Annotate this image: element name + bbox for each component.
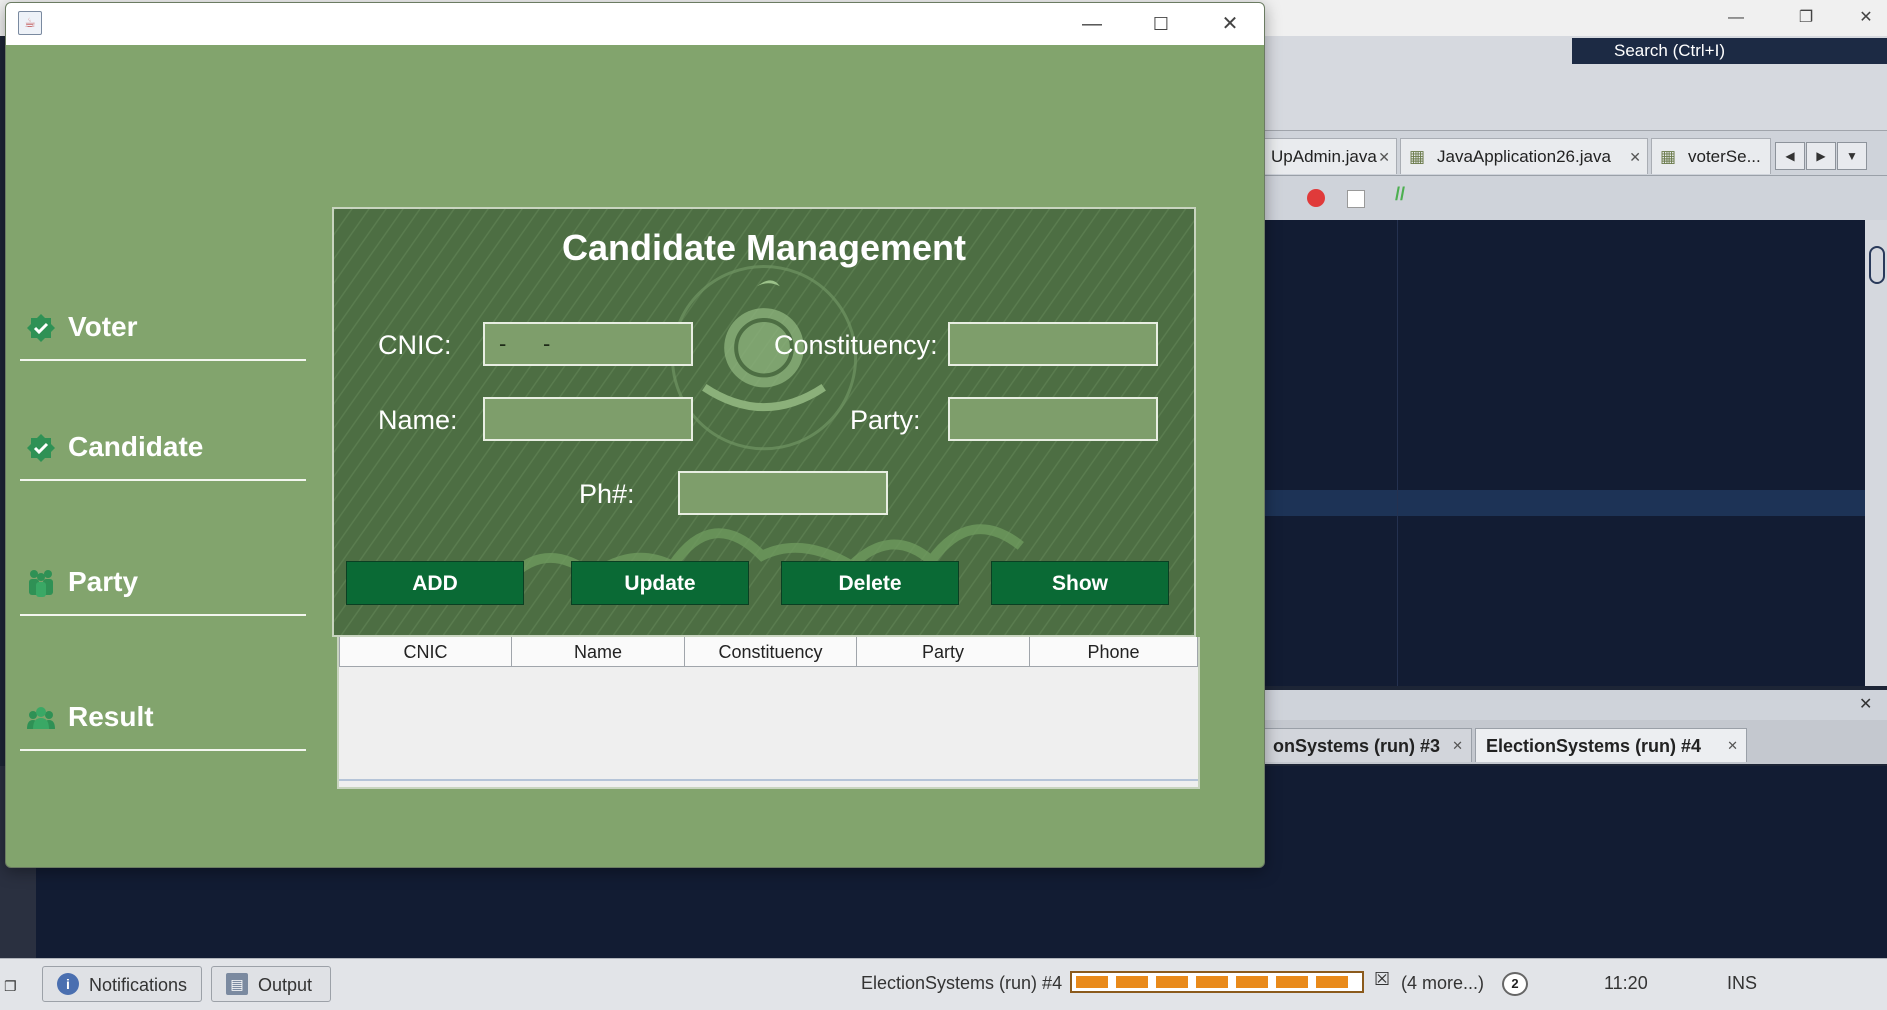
running-task-label: ElectionSystems (run) #4 bbox=[861, 973, 1063, 993]
output-tab-label: onSystems (run) #3 bbox=[1273, 736, 1441, 756]
sidebar-item-party[interactable]: Party bbox=[20, 554, 306, 616]
editor-tab[interactable]: ▦ voterSe... bbox=[1651, 138, 1771, 174]
info-icon: i bbox=[57, 973, 79, 995]
close-icon[interactable]: ✕ bbox=[1452, 729, 1463, 762]
constituency-field[interactable] bbox=[948, 322, 1158, 366]
editor-margin-line bbox=[1397, 220, 1398, 686]
name-field[interactable] bbox=[483, 397, 693, 441]
notifications-label: Notifications bbox=[89, 975, 188, 995]
close-icon[interactable]: ✕ bbox=[1859, 694, 1872, 714]
close-button[interactable]: ✕ bbox=[1208, 10, 1252, 38]
progress-segment bbox=[1196, 976, 1228, 988]
close-icon[interactable]: ✕ bbox=[1629, 139, 1641, 174]
output-window-icon: ▤ bbox=[226, 973, 248, 995]
editor-scrollbar[interactable] bbox=[1865, 220, 1887, 686]
caret-position: 11:20 bbox=[1604, 973, 1648, 993]
close-icon[interactable]: ✕ bbox=[1727, 729, 1738, 762]
sidebar-item-label: Voter bbox=[68, 311, 138, 342]
delete-button[interactable]: Delete bbox=[781, 561, 959, 605]
sidebar-item-result[interactable]: Result bbox=[20, 689, 306, 751]
progress-segment bbox=[1156, 976, 1188, 988]
output-tab[interactable]: onSystems (run) #3 ✕ bbox=[1262, 728, 1472, 762]
phone-label: Ph#: bbox=[579, 479, 635, 509]
ide-minimize-button[interactable]: — bbox=[1716, 4, 1756, 32]
update-button[interactable]: Update bbox=[571, 561, 749, 605]
progress-segment bbox=[1276, 976, 1308, 988]
insert-mode: INS bbox=[1727, 973, 1758, 993]
cnic-label: CNIC: bbox=[378, 330, 452, 360]
output-label: Output bbox=[258, 975, 313, 995]
java-app-icon: ☕ bbox=[18, 11, 42, 35]
sidebar-item-candidate[interactable]: Candidate bbox=[20, 419, 306, 481]
progress-segment bbox=[1316, 976, 1348, 988]
tab-scroll-right-icon[interactable]: ▶ bbox=[1806, 142, 1836, 170]
output-tab-active[interactable]: ElectionSystems (run) #4 ✕ bbox=[1475, 728, 1747, 762]
minimize-button[interactable]: — bbox=[1070, 10, 1114, 38]
java-file-icon: ▦ bbox=[1409, 147, 1426, 166]
notification-count-badge[interactable]: 2 bbox=[1502, 972, 1528, 996]
progress-segment bbox=[1076, 976, 1108, 988]
show-button[interactable]: Show bbox=[991, 561, 1169, 605]
constituency-label: Constituency: bbox=[774, 330, 938, 360]
sidebar-item-voter[interactable]: Voter bbox=[20, 299, 306, 361]
ide-restore-button[interactable]: ❐ bbox=[1786, 4, 1826, 32]
cancel-task-icon[interactable]: ☒ bbox=[1374, 969, 1390, 990]
phone-field[interactable] bbox=[678, 471, 888, 515]
task-progress-bar bbox=[1070, 971, 1364, 993]
comment-icon[interactable]: // bbox=[1395, 184, 1405, 205]
editor-tab-label: voterSe... bbox=[1688, 147, 1761, 166]
ide-close-button[interactable]: ✕ bbox=[1846, 4, 1886, 32]
cnic-field[interactable] bbox=[483, 322, 693, 366]
add-button[interactable]: ADD bbox=[346, 561, 524, 605]
candidate-form-panel: Candidate Management CNIC: Constituency:… bbox=[332, 207, 1196, 637]
table-header-phone[interactable]: Phone bbox=[1029, 637, 1198, 667]
stop-icon[interactable] bbox=[1347, 190, 1365, 208]
tab-scroll-left-icon[interactable]: ◀ bbox=[1775, 142, 1805, 170]
name-label: Name: bbox=[378, 405, 458, 435]
group-icon bbox=[27, 707, 55, 729]
notifications-button[interactable]: i Notifications bbox=[42, 966, 202, 1002]
close-icon[interactable]: ✕ bbox=[1378, 139, 1390, 174]
progress-segment bbox=[1236, 976, 1268, 988]
editor-tab-label: UpAdmin.java bbox=[1271, 147, 1377, 166]
java-file-icon: ▦ bbox=[1660, 147, 1677, 166]
editor-tab-label: JavaApplication26.java bbox=[1437, 147, 1611, 166]
editor-tab[interactable]: UpAdmin.java ✕ bbox=[1262, 138, 1397, 174]
tab-list-icon[interactable]: ▼ bbox=[1837, 142, 1867, 170]
sidebar-item-label: Candidate bbox=[68, 431, 204, 462]
party-label: Party: bbox=[850, 405, 921, 435]
output-header: ✕ bbox=[1265, 690, 1887, 720]
ide-search-input[interactable]: Search (Ctrl+I) bbox=[1572, 38, 1887, 64]
window-layout-icon[interactable]: ❐ bbox=[4, 978, 17, 995]
editor-tab[interactable]: ▦ JavaApplication26.java ✕ bbox=[1400, 138, 1648, 174]
check-badge-icon bbox=[27, 314, 55, 342]
maximize-button[interactable]: ☐ bbox=[1139, 10, 1183, 38]
table-header-constituency[interactable]: Constituency bbox=[684, 637, 857, 667]
page-title: Candidate Management bbox=[561, 227, 967, 268]
sidebar-item-label: Party bbox=[68, 566, 139, 597]
editor-toolbar: // bbox=[1265, 176, 1887, 220]
editor-current-line bbox=[1265, 490, 1865, 516]
sidebar-item-label: Result bbox=[68, 701, 154, 732]
candidate-table[interactable]: CNIC Name Constituency Party Phone bbox=[337, 637, 1200, 789]
record-icon[interactable] bbox=[1307, 189, 1325, 207]
check-badge-icon bbox=[27, 434, 55, 462]
table-header-name[interactable]: Name bbox=[511, 637, 685, 667]
output-button[interactable]: ▤ Output bbox=[211, 966, 331, 1002]
progress-segment bbox=[1116, 976, 1148, 988]
people-icon bbox=[29, 570, 53, 597]
output-tab-label: ElectionSystems (run) #4 bbox=[1486, 736, 1702, 756]
table-header-cnic[interactable]: CNIC bbox=[339, 637, 512, 667]
table-header-party[interactable]: Party bbox=[856, 637, 1030, 667]
scrollbar-thumb[interactable] bbox=[1869, 246, 1885, 284]
code-editor[interactable] bbox=[1265, 220, 1865, 686]
more-tasks-link[interactable]: (4 more...) bbox=[1401, 970, 1484, 996]
table-scroll-edge bbox=[339, 779, 1198, 781]
party-field[interactable] bbox=[948, 397, 1158, 441]
